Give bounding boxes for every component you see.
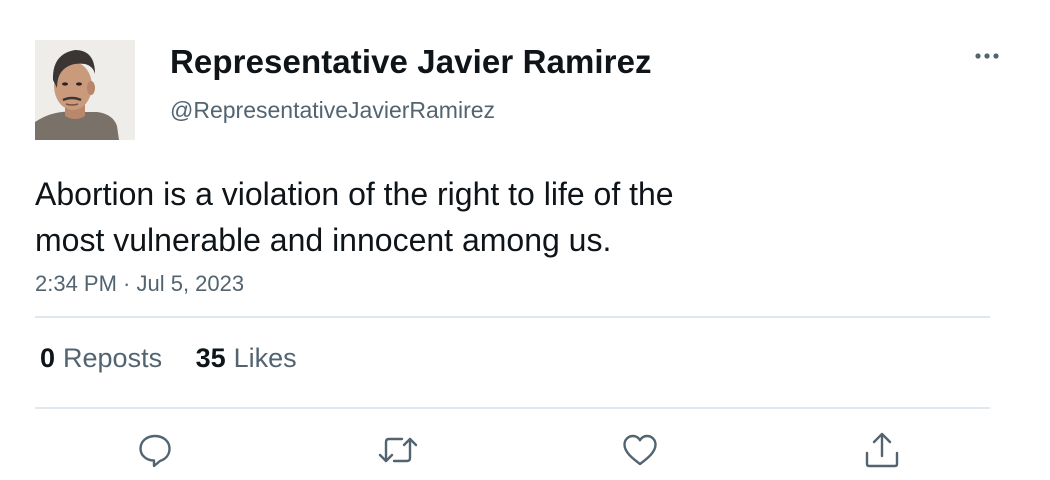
avatar[interactable] [35, 40, 135, 140]
likes-label: Likes [233, 343, 297, 373]
heart-icon [623, 434, 657, 466]
tweet-card: Representative Javier Ramirez @Represent… [0, 0, 1050, 480]
divider [35, 316, 990, 318]
reposts-stat[interactable]: 0 Reposts [40, 343, 162, 374]
comment-icon [139, 434, 171, 468]
like-button[interactable] [620, 430, 660, 470]
tweet-text: Abortion is a violation of the right to … [35, 171, 795, 263]
reposts-count: 0 [40, 343, 56, 373]
repost-button[interactable] [378, 430, 418, 470]
more-options-button[interactable] [972, 48, 1002, 64]
reposts-label: Reposts [63, 343, 163, 373]
share-button[interactable] [862, 430, 902, 470]
tweet-stats: 0 Reposts 35 Likes [40, 343, 297, 374]
author-handle[interactable]: @RepresentativeJavierRamirez [170, 97, 495, 124]
likes-stat[interactable]: 35 Likes [196, 343, 297, 374]
share-icon [865, 432, 899, 468]
reply-button[interactable] [135, 430, 175, 470]
repost-icon [378, 437, 418, 463]
tweet-text-line: Abortion is a violation of the right to … [35, 176, 674, 212]
likes-count: 35 [195, 343, 226, 373]
tweet-timestamp[interactable]: 2:34 PM · Jul 5, 2023 [35, 271, 244, 297]
author-display-name[interactable]: Representative Javier Ramirez [170, 43, 652, 81]
divider [35, 407, 990, 409]
more-dots-icon [975, 53, 999, 59]
tweet-text-line: most vulnerable and innocent among us. [35, 222, 612, 258]
